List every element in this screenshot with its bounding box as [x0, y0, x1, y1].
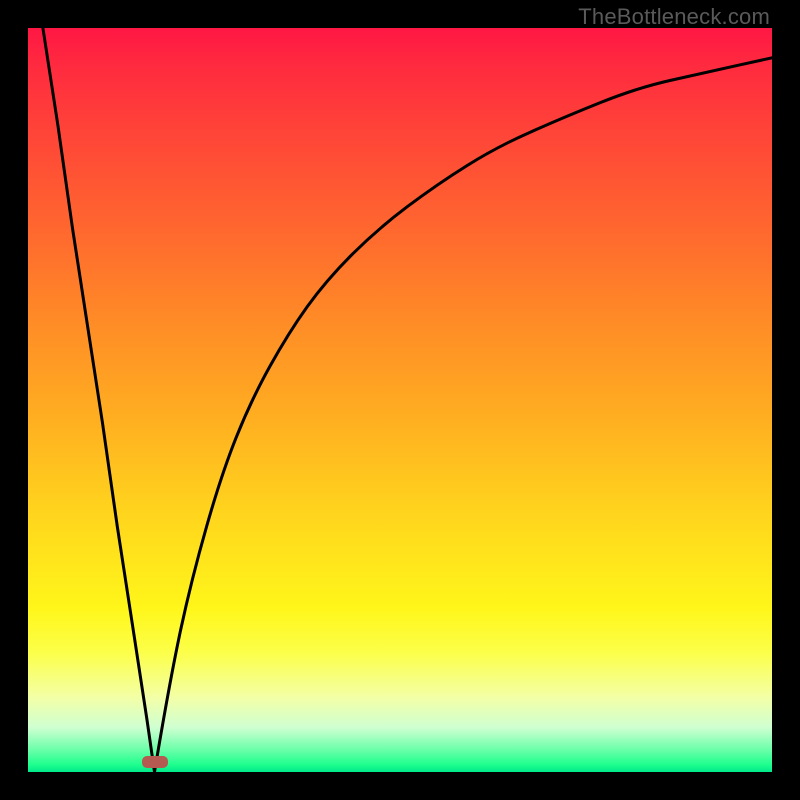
- bottleneck-marker: [142, 756, 168, 768]
- right-branch-path: [155, 58, 773, 772]
- plot-area: [28, 28, 772, 772]
- chart-frame: TheBottleneck.com: [0, 0, 800, 800]
- attribution-text: TheBottleneck.com: [578, 4, 770, 30]
- left-branch-path: [43, 28, 155, 772]
- curve-layer: [28, 28, 772, 772]
